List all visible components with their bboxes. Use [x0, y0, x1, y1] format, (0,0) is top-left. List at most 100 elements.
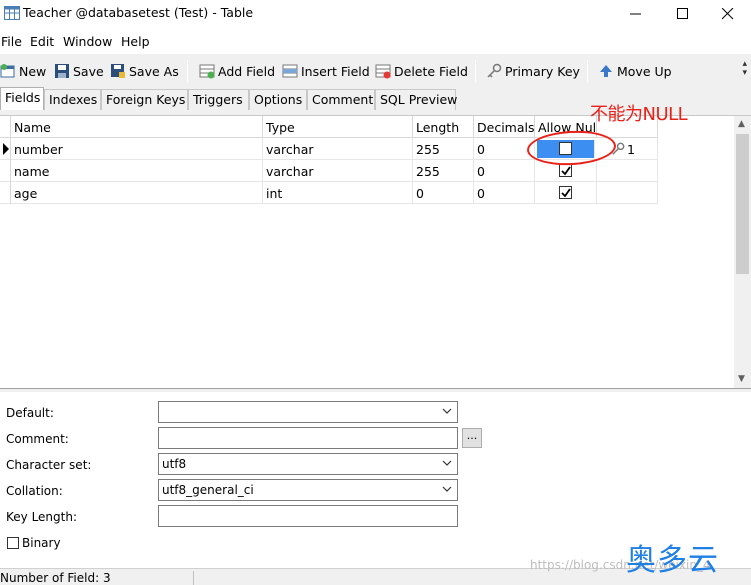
new-button[interactable]: New [0, 61, 46, 81]
table-app-icon [4, 6, 20, 20]
field-name-cell[interactable]: age [11, 182, 263, 204]
move-up-label: Move Up [617, 63, 672, 79]
toolbar-separator [475, 60, 476, 82]
fields-grid: Name Type Length Decimals Allow Null num… [0, 115, 751, 389]
primary-key-cell[interactable] [597, 182, 658, 204]
scrollbar-thumb[interactable] [736, 134, 749, 274]
chevron-down-icon [442, 486, 452, 492]
character-set-select[interactable]: utf8 [158, 453, 458, 475]
chevron-down-icon [442, 408, 452, 414]
delete-field-label: Delete Field [394, 63, 468, 79]
allow-null-cell[interactable] [535, 182, 597, 204]
menu-bar: File Edit Window Help [0, 28, 751, 54]
collation-label: Collation: [6, 484, 63, 498]
arrow-up-icon [600, 65, 612, 77]
key-icon [487, 63, 502, 78]
tab-sql-preview[interactable]: SQL Preview [375, 89, 457, 110]
field-decimals-cell[interactable]: 0 [474, 160, 535, 182]
toolbar-overflow-icon[interactable]: ▴ ▾ [742, 60, 747, 78]
title-bar: Teacher @databasetest (Test) - Table [0, 0, 751, 28]
field-length-cell[interactable]: 255 [413, 160, 474, 182]
grid-vertical-scrollbar[interactable]: ▲ ▼ [734, 116, 751, 388]
current-row-indicator [0, 138, 11, 160]
column-length-header[interactable]: Length [413, 116, 474, 138]
field-type-cell[interactable]: varchar [263, 160, 413, 182]
field-count: Number of Field: 3 [0, 571, 111, 585]
field-decimals-cell[interactable]: 0 [474, 138, 535, 160]
new-table-icon [0, 64, 15, 78]
move-up-button[interactable]: Move Up [598, 61, 672, 81]
close-icon [722, 8, 734, 20]
toolbar-separator [187, 60, 188, 82]
checkmark-icon [561, 166, 571, 176]
scroll-down-icon[interactable]: ▼ [738, 374, 745, 384]
column-name-header[interactable]: Name [11, 116, 263, 138]
annotation-text: 不能为NULL [590, 104, 688, 125]
binary-checkbox[interactable] [7, 537, 19, 549]
table-row[interactable]: age int 0 0 [0, 182, 658, 204]
delete-field-button[interactable]: Delete Field [375, 61, 468, 81]
field-name-cell[interactable]: name [11, 160, 263, 182]
primary-key-label: Primary Key [505, 63, 580, 79]
key-order: 1 [627, 142, 635, 157]
window-title: Teacher @databasetest (Test) - Table [23, 5, 254, 20]
key-length-label: Key Length: [6, 510, 78, 524]
insert-field-icon [282, 64, 298, 78]
field-decimals-cell[interactable]: 0 [474, 182, 535, 204]
allow-null-checkbox[interactable] [559, 164, 572, 177]
menu-window[interactable]: Window [63, 34, 112, 49]
brand-logo: 奥多云 [626, 543, 719, 578]
add-field-label: Add Field [218, 63, 276, 79]
new-label: New [19, 63, 47, 79]
tab-triggers[interactable]: Triggers [188, 89, 249, 110]
collation-value: utf8_general_ci [162, 483, 254, 497]
menu-file[interactable]: File [1, 34, 22, 49]
row-indicator [0, 160, 11, 182]
toolbar: New Save Save As Add Field Insert Field … [0, 56, 751, 86]
binary-label: Binary [22, 536, 61, 550]
status-separator [193, 571, 194, 585]
minimize-button[interactable] [613, 0, 659, 28]
tab-comment[interactable]: Comment [307, 89, 375, 110]
field-type-cell[interactable]: varchar [263, 138, 413, 160]
tab-options[interactable]: Options [249, 89, 307, 110]
add-field-icon [199, 64, 215, 79]
comment-field[interactable] [158, 427, 458, 449]
add-field-button[interactable]: Add Field [199, 61, 275, 81]
save-as-icon [111, 64, 125, 78]
save-button[interactable]: Save [54, 61, 104, 81]
tab-fields[interactable]: Fields [0, 87, 44, 110]
tab-foreign-keys[interactable]: Foreign Keys [101, 89, 188, 110]
primary-key-cell[interactable] [597, 160, 658, 182]
delete-field-icon [375, 64, 391, 79]
field-length-cell[interactable]: 255 [413, 138, 474, 160]
insert-field-button[interactable]: Insert Field [282, 61, 370, 81]
field-type-cell[interactable]: int [263, 182, 413, 204]
primary-key-button[interactable]: Primary Key [486, 61, 580, 81]
save-as-button[interactable]: Save As [110, 61, 179, 81]
close-button[interactable] [705, 0, 751, 28]
row-indicator-header [0, 116, 11, 138]
comment-label: Comment: [6, 432, 69, 446]
default-label: Default: [6, 406, 54, 420]
maximize-button[interactable] [660, 0, 706, 28]
menu-help[interactable]: Help [121, 34, 150, 49]
menu-edit[interactable]: Edit [30, 34, 54, 49]
field-length-cell[interactable]: 0 [413, 182, 474, 204]
minimize-icon [630, 13, 641, 15]
chevron-down-icon [442, 460, 452, 466]
comment-editor-button[interactable]: ... [462, 428, 482, 448]
checkmark-icon [561, 188, 571, 198]
insert-field-label: Insert Field [301, 63, 370, 79]
maximize-icon [677, 8, 688, 19]
default-select[interactable] [158, 401, 458, 423]
allow-null-checkbox[interactable] [559, 186, 572, 199]
tab-indexes[interactable]: Indexes [44, 89, 101, 110]
row-indicator [0, 182, 11, 204]
field-name-cell[interactable]: number [11, 138, 263, 160]
collation-select[interactable]: utf8_general_ci [158, 479, 458, 501]
column-decimals-header[interactable]: Decimals [474, 116, 535, 138]
scroll-up-icon[interactable]: ▲ [738, 119, 745, 129]
key-length-field[interactable] [158, 505, 458, 527]
column-type-header[interactable]: Type [263, 116, 413, 138]
